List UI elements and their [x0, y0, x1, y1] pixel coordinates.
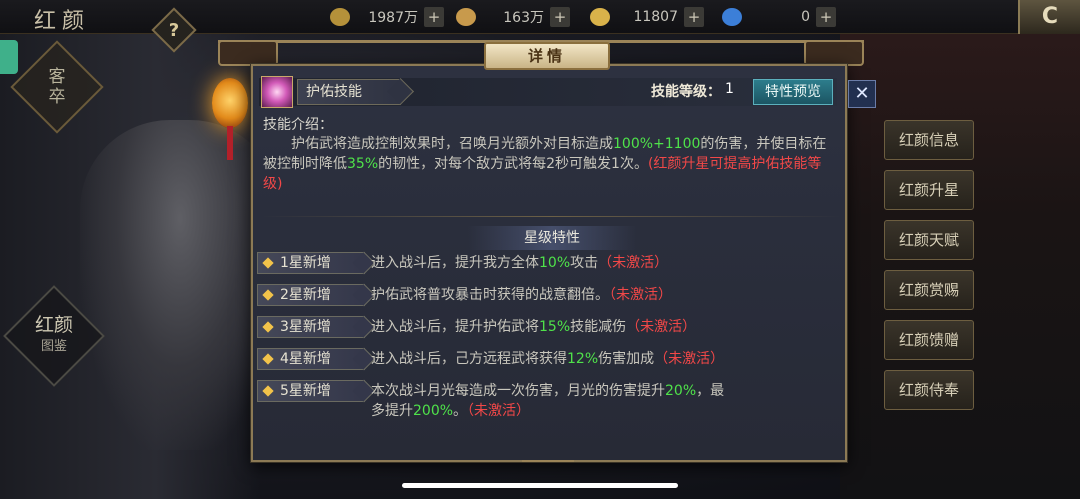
- diamond-icon: [262, 289, 274, 301]
- trait-status: （未激活）: [654, 351, 725, 367]
- close-button[interactable]: ✕: [848, 80, 876, 108]
- skill-intro-text: 护佑武将造成控制效果时，召唤月光额外对目标造成100%+1100的伤害，并使目标…: [263, 134, 837, 194]
- skill-detail-panel: 护佑技能 技能等级： 1 特性预览 技能介绍： 护佑武将造成控制效果时，召唤月光…: [251, 64, 847, 462]
- water-drop-icon: [722, 8, 742, 26]
- game-screen: 红颜 1987万 + 163万 + 11807 + 0 + C ? 客卒 红颜图…: [0, 0, 1080, 499]
- trait-highlight: 15%: [539, 319, 571, 335]
- trait-highlight: 10%: [539, 255, 571, 271]
- gallery-sublabel: 图鉴: [40, 339, 67, 354]
- menu-beauty-gift[interactable]: 红颜馈赠: [884, 320, 974, 360]
- diamond-icon: [262, 385, 274, 397]
- trait-status: （未激活）: [467, 403, 531, 419]
- intro-highlight: 35%: [347, 156, 379, 172]
- star-trait-text: 护佑武将普攻暴击时获得的战意翻倍。（未激活）: [371, 285, 839, 305]
- star-tag-label: 3星新增: [280, 319, 331, 335]
- star-tag: 3星新增: [257, 316, 365, 338]
- trait-part: 伤害加成: [598, 351, 655, 367]
- star-tag: 5星新增: [257, 380, 365, 402]
- resource-value: 11807: [633, 9, 678, 25]
- trait-status: （未激活）: [626, 319, 697, 335]
- back-button[interactable]: C: [1018, 0, 1080, 34]
- gallery-label: 红颜: [34, 314, 73, 336]
- ingot-icon: [456, 8, 476, 26]
- star-tag: 4星新增: [257, 348, 365, 370]
- add-resource-button[interactable]: +: [550, 7, 570, 27]
- intro-highlight: 100%+1100: [613, 136, 701, 152]
- trait-highlight: 20%: [665, 383, 697, 399]
- back-arrow-icon: C: [1041, 4, 1059, 29]
- help-icon: ?: [168, 19, 180, 41]
- star-tag: 2星新增: [257, 284, 365, 306]
- chat-icon[interactable]: [0, 40, 18, 74]
- star-tag-label: 2星新增: [280, 287, 331, 303]
- star-tag: 1星新增: [257, 252, 365, 274]
- star-tag-label: 1星新增: [280, 255, 331, 271]
- menu-beauty-info[interactable]: 红颜信息: [884, 120, 974, 160]
- side-menu: 红颜信息 红颜升星 红颜天赋 红颜赏赐 红颜馈赠 红颜侍奉: [884, 120, 974, 420]
- lantern-icon: [212, 78, 248, 128]
- skill-name: 护佑技能: [297, 79, 401, 105]
- skill-level-value: 1: [725, 81, 734, 97]
- resource-food: 1987万 +: [330, 6, 444, 28]
- game-title: 红颜: [34, 9, 91, 34]
- trait-preview-button[interactable]: 特性预览: [753, 79, 833, 105]
- home-indicator[interactable]: [402, 483, 678, 488]
- diamond-icon: [262, 257, 274, 269]
- panel-corner-ornament: [218, 40, 278, 66]
- trait-part: 进入战斗后，提升我方全体: [371, 255, 539, 271]
- trait-part: 进入战斗后，己方远程武将获得: [371, 351, 567, 367]
- resource-value: 0: [801, 9, 810, 25]
- gold-ingot-icon: [590, 8, 610, 26]
- star-trait-text: 进入战斗后，己方远程武将获得12%伤害加成（未激活）: [371, 349, 839, 369]
- resource-gold: 11807 +: [590, 6, 704, 28]
- wheat-icon: [330, 8, 350, 26]
- trait-highlight: 12%: [567, 351, 599, 367]
- trait-part: 本次战斗月光每造成一次伤害，月光的伤害提升: [371, 383, 665, 399]
- star-trait-text: 进入战斗后，提升我方全体10%攻击（未激活）: [371, 253, 839, 273]
- skill-intro-title: 技能介绍：: [263, 117, 333, 133]
- diamond-icon: [262, 353, 274, 365]
- add-resource-button[interactable]: +: [684, 7, 704, 27]
- resource-value: 1987万: [368, 10, 418, 26]
- star-tag-label: 4星新增: [280, 351, 331, 367]
- lantern-tassel: [227, 126, 233, 160]
- section-divider: [261, 216, 841, 217]
- resource-value: 163万: [503, 10, 544, 26]
- menu-beauty-serve[interactable]: 红颜侍奉: [884, 370, 974, 410]
- menu-beauty-star-up[interactable]: 红颜升星: [884, 170, 974, 210]
- intro-part: 护佑武将造成控制效果时，召唤月光额外对目标造成: [291, 136, 613, 152]
- skill-flower-icon: [261, 76, 293, 108]
- trait-status: （未激活）: [609, 287, 672, 303]
- intro-part: 的韧性，对每个敌方武将每2秒可触发1次。: [378, 156, 648, 172]
- trait-part: 护佑武将普攻暴击时获得的战意翻倍。: [371, 287, 609, 303]
- panel-bottom-ornament: [522, 452, 574, 462]
- star-traits-title: 星级特性: [467, 226, 637, 250]
- trait-part: 。: [453, 403, 468, 419]
- resource-water: 0 +: [722, 6, 836, 28]
- diamond-icon: [262, 321, 274, 333]
- panel-corner-ornament: [804, 40, 864, 66]
- star-tag-label: 5星新增: [280, 383, 331, 399]
- trait-highlight: 200%: [413, 403, 454, 419]
- add-resource-button[interactable]: +: [424, 7, 444, 27]
- character-portrait: [80, 120, 280, 450]
- trait-part: 进入战斗后，提升护佑武将: [371, 319, 539, 335]
- menu-beauty-talent[interactable]: 红颜天赋: [884, 220, 974, 260]
- add-resource-button[interactable]: +: [816, 7, 836, 27]
- star-trait-text: 本次战斗月光每造成一次伤害，月光的伤害提升20%，最多提升200%。（未激活）: [371, 381, 731, 421]
- star-trait-text: 进入战斗后，提升护佑武将15%技能减伤（未激活）: [371, 317, 839, 337]
- resource-silver: 163万 +: [456, 6, 570, 28]
- trait-part: 技能减伤: [570, 319, 627, 335]
- skill-level-label: 技能等级：: [651, 84, 721, 100]
- skill-header-row: 护佑技能 技能等级： 1 特性预览: [259, 76, 837, 108]
- trait-status: （未激活）: [598, 255, 669, 271]
- trait-part: 攻击: [570, 255, 599, 271]
- keju-label-1: 客: [48, 67, 66, 87]
- panel-title: 详情: [484, 42, 610, 70]
- keju-label-2: 卒: [48, 87, 66, 107]
- menu-beauty-reward[interactable]: 红颜赏赐: [884, 270, 974, 310]
